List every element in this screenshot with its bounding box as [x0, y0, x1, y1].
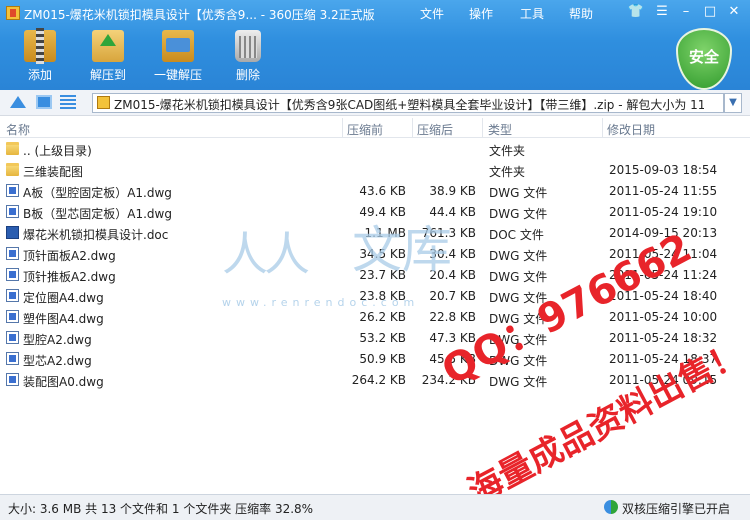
file-name: 顶针面板A2.dwg	[23, 249, 116, 263]
file-type: DWG 文件	[489, 249, 548, 263]
file-type: DWG 文件	[489, 375, 548, 389]
add-icon	[24, 28, 56, 64]
column-divider	[602, 118, 603, 138]
list-view-icon[interactable]	[60, 95, 76, 109]
file-name: 型腔A2.dwg	[23, 333, 92, 347]
list-item[interactable]: 塑件图A4.dwg 26.2 KB 22.8 KB DWG 文件 2011-05…	[0, 307, 750, 328]
file-size: 264.2 KB	[351, 373, 406, 387]
dwg-file-icon	[6, 331, 19, 344]
delete-label: 删除	[235, 68, 260, 82]
dwg-file-icon	[6, 268, 19, 281]
column-name[interactable]: 名称	[6, 121, 30, 138]
file-name: 三维装配图	[23, 165, 84, 179]
file-date: 2011-05-24 19:10	[609, 205, 718, 219]
add-label: 添加	[27, 68, 52, 82]
folder-icon	[6, 142, 19, 155]
file-type: DWG 文件	[489, 207, 548, 221]
address-path: ZM015-爆花米机锁扣模具设计【优秀含9张CAD图纸+塑料模具全套毕业设计】【…	[114, 98, 704, 112]
file-type: 文件夹	[489, 144, 526, 158]
file-name: 塑件图A4.dwg	[23, 312, 104, 326]
file-name: 定位圈A4.dwg	[23, 291, 104, 305]
file-compressed: 20.7 KB	[429, 289, 476, 303]
extract-to-button[interactable]: 解压到	[76, 30, 140, 83]
skin-icon[interactable]: 👕	[626, 4, 646, 19]
title-bar: ZM015-爆花米机锁扣模具设计【优秀含9... - 360压缩 3.2正式版 …	[0, 0, 750, 28]
menu-icon[interactable]: ☰	[652, 4, 672, 19]
file-size: 50.9 KB	[359, 352, 406, 366]
column-type[interactable]: 类型	[488, 121, 512, 138]
dwg-file-icon	[6, 310, 19, 323]
minimize-icon[interactable]: –	[676, 4, 696, 19]
menu-tools[interactable]: 工具	[520, 5, 544, 22]
app-icon	[6, 6, 20, 20]
menu-file[interactable]: 文件	[420, 5, 444, 22]
file-size: 53.2 KB	[359, 331, 406, 345]
up-arrow-icon[interactable]	[10, 96, 26, 108]
archive-icon	[97, 96, 110, 109]
thumbnail-view-icon[interactable]	[36, 95, 52, 109]
list-item[interactable]: A板（型腔固定板）A1.dwg 43.6 KB 38.9 KB DWG 文件 2…	[0, 181, 750, 202]
one-click-extract-icon	[162, 30, 194, 62]
dwg-file-icon	[6, 289, 19, 302]
close-icon[interactable]: ✕	[724, 4, 744, 19]
file-type: DWG 文件	[489, 186, 548, 200]
column-size[interactable]: 压缩前	[347, 121, 383, 138]
file-name: A板（型腔固定板）A1.dwg	[23, 186, 172, 200]
file-name: 顶针推板A2.dwg	[23, 270, 116, 284]
dwg-file-icon	[6, 352, 19, 365]
watermark-logo-2: 文库	[352, 221, 452, 279]
column-header: 名称 压缩前 压缩后 类型 修改日期	[0, 118, 750, 138]
file-type: DOC 文件	[489, 228, 544, 242]
menu-help[interactable]: 帮助	[569, 5, 593, 22]
file-name: 型芯A2.dwg	[23, 354, 92, 368]
file-date: 2011-05-24 11:55	[609, 184, 718, 198]
file-date: 2015-09-03 18:54	[609, 163, 718, 177]
dwg-file-icon	[6, 205, 19, 218]
one-click-extract-button[interactable]: 一键解压	[146, 30, 210, 83]
file-type: 文件夹	[489, 165, 526, 179]
doc-file-icon	[6, 226, 19, 239]
file-type: DWG 文件	[489, 270, 548, 284]
file-name: B板（型芯固定板）A1.dwg	[23, 207, 172, 221]
file-name: .. (上级目录)	[23, 144, 92, 158]
file-name: 爆花米机锁扣模具设计.doc	[23, 228, 169, 242]
watermark-url: www.renrendoc.com	[222, 296, 420, 309]
file-date: 2011-05-24 10:00	[609, 310, 718, 324]
dwg-file-icon	[6, 373, 19, 386]
list-item[interactable]: 型腔A2.dwg 53.2 KB 47.3 KB DWG 文件 2011-05-…	[0, 328, 750, 349]
list-item[interactable]: 三维装配图 文件夹 2015-09-03 18:54	[0, 160, 750, 181]
column-compressed[interactable]: 压缩后	[417, 121, 453, 138]
file-compressed: 22.8 KB	[429, 310, 476, 324]
column-divider	[412, 118, 413, 138]
dwg-file-icon	[6, 247, 19, 260]
delete-button[interactable]: 删除	[216, 30, 280, 83]
add-button[interactable]: 添加	[8, 28, 72, 83]
file-size: 26.2 KB	[359, 310, 406, 324]
column-modified[interactable]: 修改日期	[607, 121, 655, 138]
folder-icon	[6, 163, 19, 176]
chevron-down-icon[interactable]: ▼	[724, 93, 742, 113]
list-item[interactable]: 型芯A2.dwg 50.9 KB 45.5 KB DWG 文件 2011-05-…	[0, 349, 750, 370]
extract-icon	[92, 30, 124, 62]
dual-core-engine-icon	[604, 500, 618, 514]
file-name: 装配图A0.dwg	[23, 375, 104, 389]
dwg-file-icon	[6, 184, 19, 197]
trash-icon	[235, 30, 261, 62]
list-item[interactable]: .. (上级目录) 文件夹	[0, 139, 750, 160]
column-divider	[342, 118, 343, 138]
watermark-logo: 人人	[222, 227, 310, 281]
file-size: 43.6 KB	[359, 184, 406, 198]
one-click-extract-label: 一键解压	[153, 68, 202, 82]
menu-operation[interactable]: 操作	[469, 5, 493, 22]
status-summary: 大小: 3.6 MB 共 13 个文件和 1 个文件夹 压缩率 32.8%	[8, 502, 314, 516]
engine-status[interactable]: 双核压缩引擎已开启	[622, 500, 730, 517]
window-title: ZM015-爆花米机锁扣模具设计【优秀含9... - 360压缩 3.2正式版	[24, 8, 375, 22]
extract-label: 解压到	[89, 68, 126, 82]
security-label: 安全	[688, 48, 719, 66]
column-divider	[482, 118, 483, 138]
maximize-icon[interactable]: □	[700, 4, 720, 19]
file-compressed: 38.9 KB	[429, 184, 476, 198]
